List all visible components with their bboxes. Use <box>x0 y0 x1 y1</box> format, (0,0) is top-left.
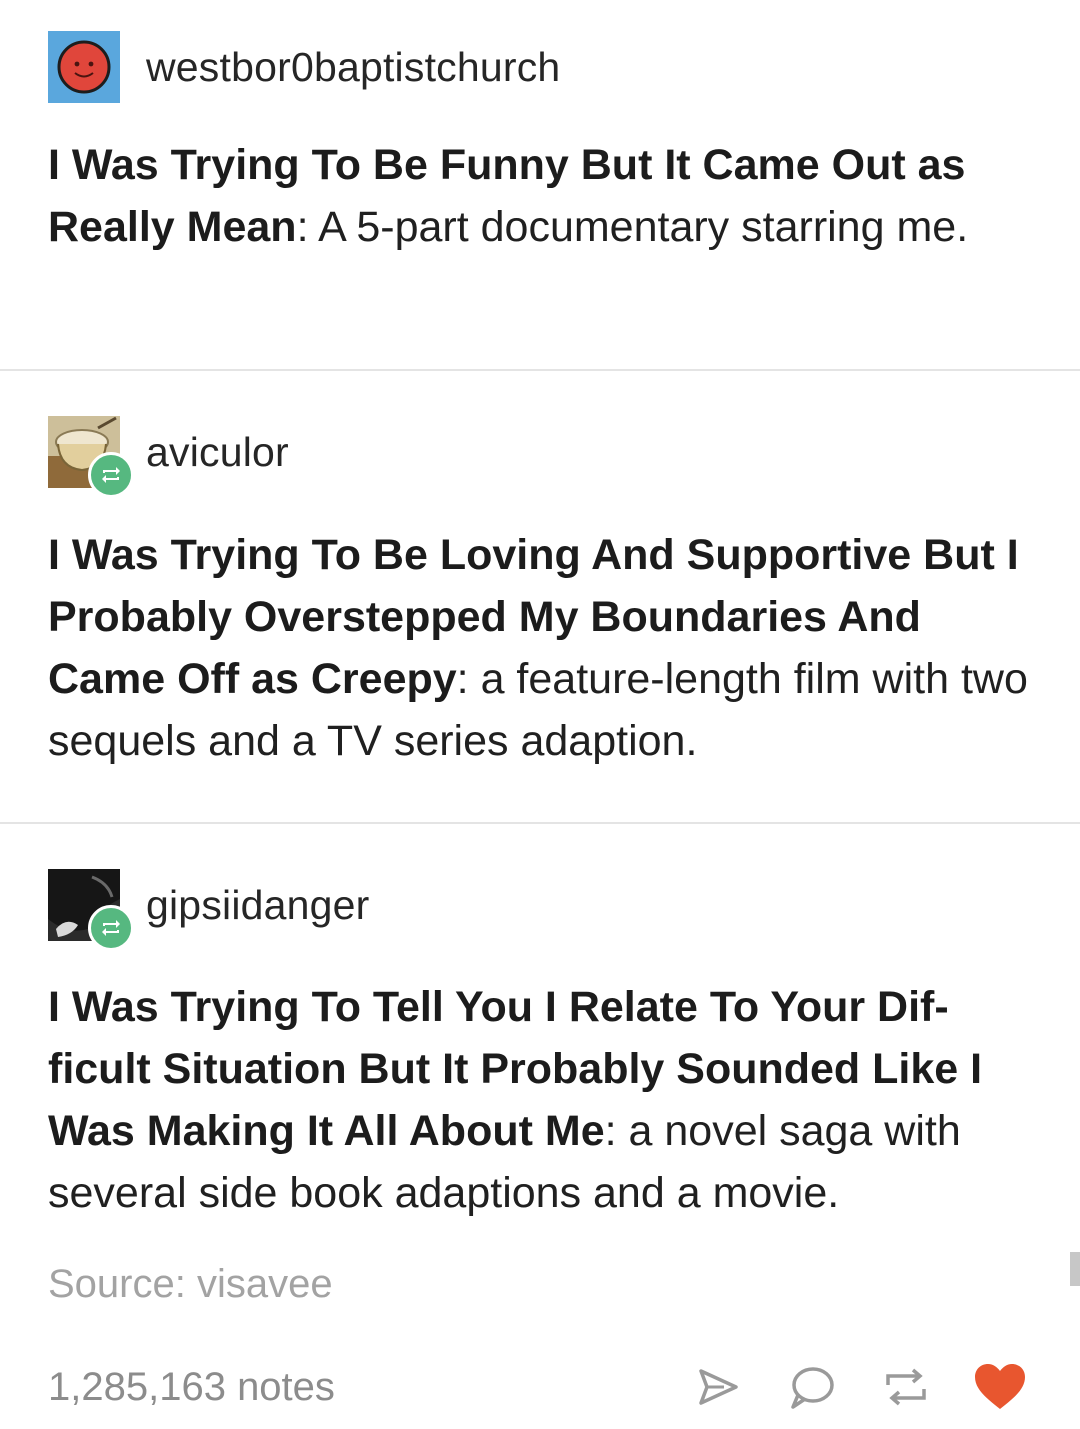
reblog-icon <box>88 905 134 951</box>
post-header: gipsiidanger <box>48 868 370 951</box>
scrollbar[interactable] <box>1070 1252 1080 1286</box>
post-text: I Was Trying To Be Funny But It Came Out… <box>48 134 1048 258</box>
source-link[interactable]: Source: visavee <box>48 1262 333 1307</box>
divider <box>0 369 1080 371</box>
like-icon[interactable] <box>970 1357 1030 1417</box>
username[interactable]: westbor0baptistchurch <box>146 44 560 91</box>
post-header: westbor0baptistchurch <box>48 30 560 104</box>
post-text: I Was Trying To Tell You I Relate To You… <box>48 976 1048 1224</box>
post-header: aviculor <box>48 415 289 498</box>
share-icon[interactable] <box>688 1357 748 1417</box>
reply-icon[interactable] <box>782 1357 842 1417</box>
divider <box>0 822 1080 824</box>
dark-photo-avatar[interactable] <box>48 869 134 951</box>
reblog-icon <box>88 452 134 498</box>
cup-photo-avatar[interactable] <box>48 416 134 498</box>
notes-count[interactable]: 1,285,163 notes <box>48 1365 335 1410</box>
post-actions <box>654 1357 1030 1417</box>
reblog-icon[interactable] <box>876 1357 936 1417</box>
username[interactable]: aviculor <box>146 429 289 476</box>
post-text: I Was Trying To Be Loving And Supportive… <box>48 524 1048 772</box>
username[interactable]: gipsiidanger <box>146 882 370 929</box>
post-description: : A 5-part documentary starring me. <box>296 203 969 251</box>
red-smiley-avatar-icon[interactable] <box>48 31 120 103</box>
